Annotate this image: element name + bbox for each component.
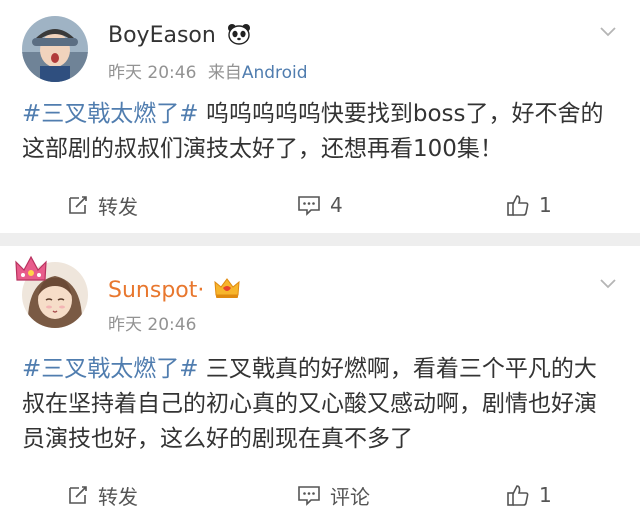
section-divider: [0, 233, 640, 246]
comment-button[interactable]: 评论: [296, 480, 370, 510]
action-bar: 转发 评论 1: [0, 480, 640, 510]
post-meta: 昨天 20:46 来自Android: [108, 58, 308, 83]
repost-icon: [69, 196, 87, 214]
hashtag-link[interactable]: #三叉戟太燃了#: [22, 101, 199, 127]
timestamp: 昨天 20:46: [108, 63, 197, 83]
comment-button[interactable]: 4: [296, 190, 343, 220]
panda-icon: [227, 24, 250, 45]
comment-icon: [298, 486, 320, 506]
username[interactable]: Sunspot·: [108, 277, 240, 303]
weibo-comment-2: Sunspot· 昨天 20:46 #三叉戟太燃了# 三叉戟真的好燃啊，看着三个…: [0, 246, 640, 519]
avatar[interactable]: [22, 16, 88, 82]
hashtag-link[interactable]: #三叉戟太燃了#: [22, 356, 199, 382]
crown-icon: [214, 278, 240, 298]
thumbs-up-icon: [507, 485, 529, 506]
post-content: #三叉戟太燃了# 三叉戟真的好燃啊，看着三个平凡的大叔在坚持着自己的初心真的又心…: [22, 352, 618, 457]
crown-sticker-icon: [15, 255, 47, 281]
repost-button[interactable]: 转发: [66, 190, 138, 220]
like-button[interactable]: 1: [505, 190, 552, 220]
timestamp: 昨天 20:46: [108, 315, 197, 335]
like-button[interactable]: 1: [505, 480, 552, 510]
action-bar: 转发 4 1: [0, 190, 640, 220]
repost-icon: [69, 486, 87, 504]
post-content: #三叉戟太燃了# 呜呜呜呜呜快要找到boss了，好不舍的这部剧的叔叔们演技太好了…: [22, 97, 618, 167]
source-link[interactable]: Android: [242, 63, 308, 83]
source-prefix: 来自: [207, 63, 242, 83]
chevron-down-icon[interactable]: [598, 274, 618, 294]
username[interactable]: BoyEason: [108, 23, 251, 48]
weibo-comment-1: BoyEason 昨天 20:46 来自Android #三叉戟太燃了# 呜呜呜…: [0, 0, 640, 233]
repost-button[interactable]: 转发: [66, 480, 138, 510]
chevron-down-icon[interactable]: [598, 22, 618, 42]
comment-icon: [298, 196, 320, 216]
post-meta: 昨天 20:46: [108, 310, 196, 335]
avatar-image: [22, 16, 88, 82]
thumbs-up-icon: [507, 195, 529, 216]
